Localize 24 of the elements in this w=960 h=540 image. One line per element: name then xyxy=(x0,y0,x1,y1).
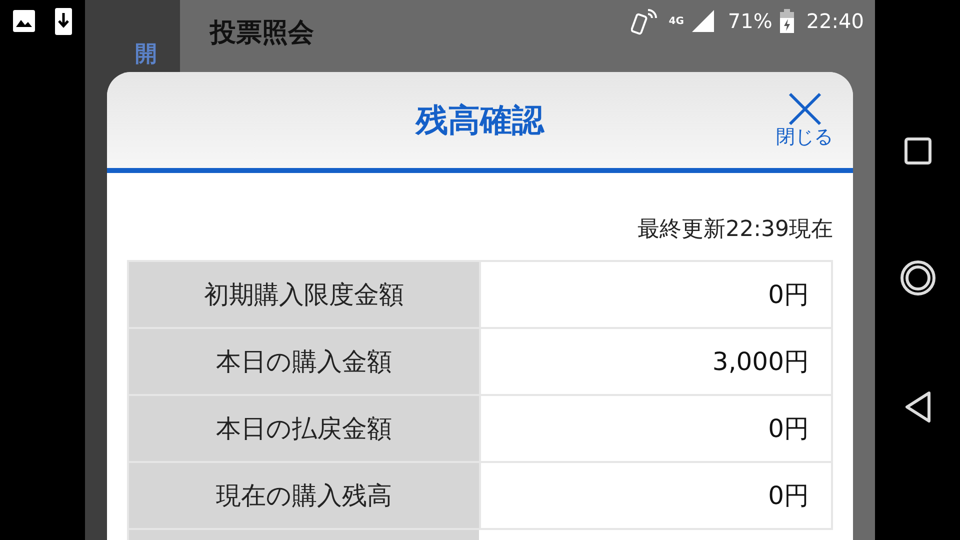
battery-charging-icon xyxy=(780,9,794,33)
home-icon[interactable] xyxy=(900,260,936,296)
last-updated-text: 最終更新22:39現在 xyxy=(638,216,833,244)
page-title: 投票照会 xyxy=(210,17,314,50)
row-label: 本日の購入金額 xyxy=(129,329,479,394)
image-icon xyxy=(13,10,35,32)
network-type-text: 4G xyxy=(668,15,684,29)
signal-icon xyxy=(692,10,714,32)
recents-icon[interactable] xyxy=(904,137,932,165)
row-label: 現在の購入残高 xyxy=(129,463,479,528)
dialog-title: 残高確認 xyxy=(416,100,544,141)
close-button[interactable]: 閉じる xyxy=(776,92,833,150)
row-label: 本日の払戻金額 xyxy=(129,396,479,461)
row-value: 0円 xyxy=(479,463,833,528)
download-icon xyxy=(55,8,72,34)
row-value: 0円 xyxy=(479,396,833,461)
row-label: 初期購入限度金額 xyxy=(129,262,479,327)
close-icon xyxy=(788,92,822,126)
row-value: 3,000円 xyxy=(479,329,833,394)
clock-text: 22:40 xyxy=(806,8,864,35)
battery-percent-text: 71% xyxy=(728,8,772,35)
back-icon[interactable] xyxy=(904,391,932,423)
section-heading: 開 xyxy=(135,42,157,68)
row-value: 0円 xyxy=(479,262,833,327)
